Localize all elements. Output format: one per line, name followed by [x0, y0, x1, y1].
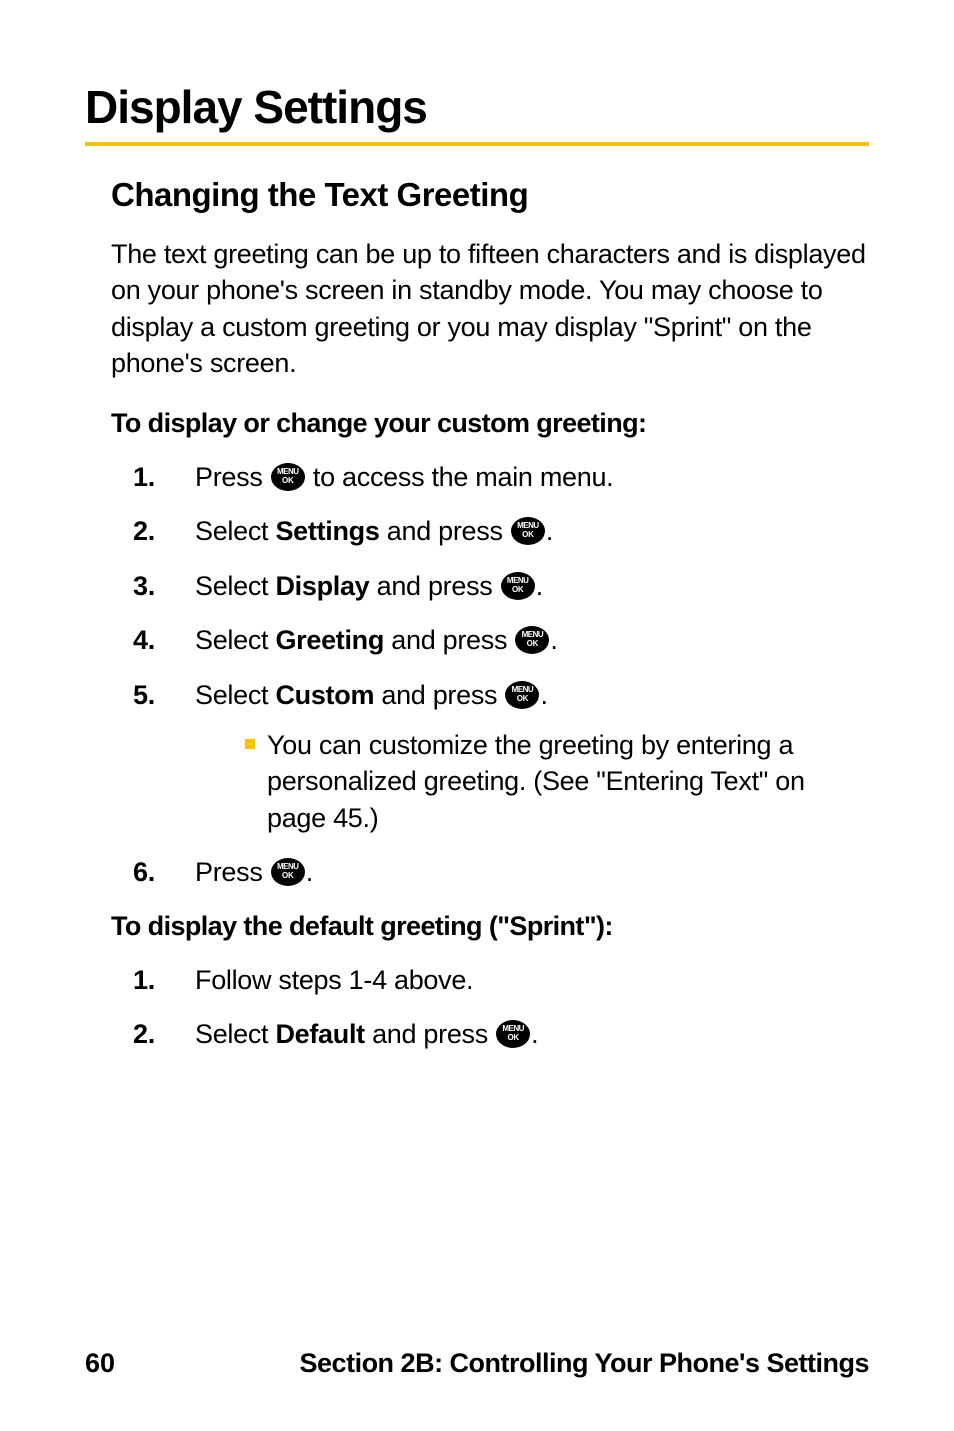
icon-label-bottom: OK — [496, 1034, 530, 1042]
step-text-mid: and press — [374, 680, 504, 710]
step-3: 3. Select Display and press MENUOK. — [133, 568, 869, 604]
step-b1: 1. Follow steps 1-4 above. — [133, 962, 869, 998]
title-rule — [85, 142, 869, 146]
step-text-pre: Select — [195, 571, 275, 601]
step-number: 1. — [133, 459, 173, 495]
page-title: Display Settings — [85, 80, 869, 134]
step-4: 4. Select Greeting and press MENUOK. — [133, 622, 869, 658]
icon-label-top: MENU — [511, 522, 545, 530]
step-b2: 2. Select Default and press MENUOK. — [133, 1016, 869, 1052]
step-text-bold: Settings — [275, 516, 379, 546]
step-text-post: . — [546, 516, 553, 546]
step-number: 1. — [133, 962, 173, 998]
step-number: 5. — [133, 677, 173, 713]
step-1: 1. Press MENUOK to access the main menu. — [133, 459, 869, 495]
menu-ok-icon: MENUOK — [515, 626, 549, 654]
step-text-pre: Select — [195, 625, 275, 655]
step-number: 2. — [133, 1016, 173, 1052]
icon-label-bottom: OK — [501, 586, 535, 594]
step-text-mid: and press — [369, 571, 499, 601]
step-text-pre: Select — [195, 516, 275, 546]
sub-bullet-item: You can customize the greeting by enteri… — [245, 727, 869, 836]
step-text-post: . — [536, 571, 543, 601]
step-text-post: . — [550, 625, 557, 655]
step-text-bold: Greeting — [275, 625, 384, 655]
step-text: Follow steps 1-4 above. — [195, 965, 473, 995]
footer-section-label: Section 2B: Controlling Your Phone's Set… — [300, 1348, 869, 1379]
icon-label-bottom: OK — [271, 872, 305, 880]
step-text-post: . — [306, 857, 313, 887]
step-text-mid: and press — [380, 516, 510, 546]
step-text-post: to access the main menu. — [306, 462, 614, 492]
step-text-pre: Press — [195, 462, 270, 492]
step-number: 3. — [133, 568, 173, 604]
instruction-title-1: To display or change your custom greetin… — [111, 408, 869, 439]
icon-label-bottom: OK — [271, 477, 305, 485]
step-text-bold: Default — [275, 1019, 364, 1049]
menu-ok-icon: MENUOK — [271, 858, 305, 886]
sub-bullet-list: You can customize the greeting by enteri… — [195, 727, 869, 836]
step-number: 4. — [133, 622, 173, 658]
sub-bullet-text: You can customize the greeting by enteri… — [267, 730, 805, 833]
icon-label-top: MENU — [505, 686, 539, 694]
step-number: 2. — [133, 513, 173, 549]
menu-ok-icon: MENUOK — [501, 572, 535, 600]
menu-ok-icon: MENUOK — [271, 463, 305, 491]
steps-list-1: 1. Press MENUOK to access the main menu.… — [111, 459, 869, 891]
bullet-icon — [245, 739, 255, 749]
instruction-title-2: To display the default greeting ("Sprint… — [111, 911, 869, 942]
icon-label-top: MENU — [271, 468, 305, 476]
intro-paragraph: The text greeting can be up to fifteen c… — [111, 236, 869, 382]
icon-label-top: MENU — [271, 863, 305, 871]
menu-ok-icon: MENUOK — [496, 1020, 530, 1048]
step-5: 5. Select Custom and press MENUOK. You c… — [133, 677, 869, 837]
steps-list-2: 1. Follow steps 1-4 above. 2. Select Def… — [111, 962, 869, 1053]
step-text-post: . — [540, 680, 547, 710]
content-block: Changing the Text Greeting The text gree… — [85, 176, 869, 1053]
icon-label-top: MENU — [515, 631, 549, 639]
step-number: 6. — [133, 854, 173, 890]
page-footer: 60 Section 2B: Controlling Your Phone's … — [85, 1348, 869, 1379]
step-text-bold: Display — [275, 571, 369, 601]
step-text-pre: Select — [195, 680, 275, 710]
step-text-mid: and press — [384, 625, 514, 655]
icon-label-top: MENU — [496, 1025, 530, 1033]
step-text-pre: Press — [195, 857, 270, 887]
icon-label-bottom: OK — [505, 695, 539, 703]
document-page: Display Settings Changing the Text Greet… — [0, 0, 954, 1431]
step-6: 6. Press MENUOK. — [133, 854, 869, 890]
menu-ok-icon: MENUOK — [505, 681, 539, 709]
subheading: Changing the Text Greeting — [111, 176, 869, 214]
step-text-post: . — [531, 1019, 538, 1049]
page-number: 60 — [85, 1348, 115, 1379]
icon-label-bottom: OK — [511, 531, 545, 539]
step-2: 2. Select Settings and press MENUOK. — [133, 513, 869, 549]
menu-ok-icon: MENUOK — [511, 517, 545, 545]
step-text-bold: Custom — [275, 680, 374, 710]
step-text-pre: Select — [195, 1019, 275, 1049]
step-text-mid: and press — [365, 1019, 495, 1049]
icon-label-top: MENU — [501, 577, 535, 585]
icon-label-bottom: OK — [515, 640, 549, 648]
